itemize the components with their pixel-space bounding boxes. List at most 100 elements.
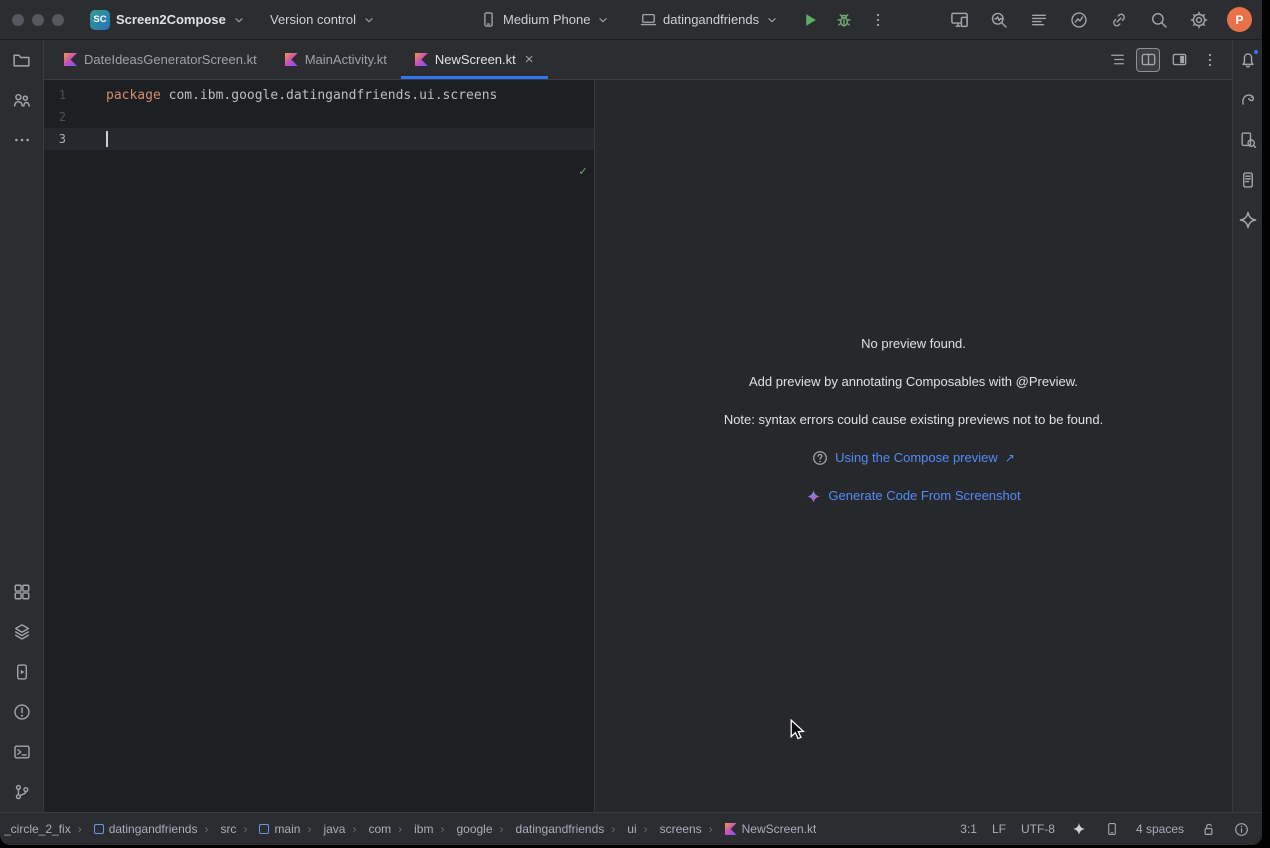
question-circle-icon	[812, 450, 828, 466]
indent-widget[interactable]: 4 spaces	[1136, 822, 1184, 836]
code-editor[interactable]: 1 package com.ibm.google.datingandfriend…	[44, 80, 595, 812]
breadcrumb-item[interactable]: com	[345, 822, 391, 836]
generate-code-from-screenshot-link[interactable]: Generate Code From Screenshot	[806, 488, 1020, 504]
chevron-down-icon	[765, 13, 779, 27]
desktop: SC Screen2Compose Version control Medium…	[0, 0, 1270, 848]
phone-play-icon	[13, 663, 31, 681]
caret-position-widget[interactable]: 3:1	[960, 822, 977, 836]
close-tab-icon[interactable]: ×	[525, 52, 534, 67]
link-label: Generate Code From Screenshot	[828, 488, 1020, 504]
running-devices-tool-button[interactable]	[10, 660, 34, 684]
version-control-menu[interactable]: Version control	[266, 6, 380, 34]
chevron-down-icon	[232, 13, 246, 27]
inspections-widget[interactable]	[1232, 820, 1250, 838]
zoom-window-button[interactable]	[52, 14, 64, 26]
kotlin-file-icon	[64, 53, 77, 66]
breadcrumb-label: datingandfriends	[516, 822, 605, 836]
logcat-button[interactable]	[1027, 8, 1051, 32]
project-tool-button[interactable]	[10, 48, 34, 72]
code-text[interactable]	[66, 131, 108, 147]
close-window-button[interactable]	[12, 14, 24, 26]
folder-icon	[12, 51, 31, 70]
user-avatar[interactable]: P	[1227, 7, 1252, 32]
search-everywhere-button[interactable]	[1147, 8, 1171, 32]
readonly-toggle[interactable]	[1199, 820, 1217, 838]
pull-requests-tool-button[interactable]	[10, 88, 34, 112]
run-configuration-selector[interactable]: datingandfriends	[636, 6, 783, 34]
gemini-tool-button[interactable]	[1236, 208, 1260, 232]
app-insights-button[interactable]	[1067, 8, 1091, 32]
profiler-icon	[990, 11, 1008, 29]
breadcrumb-item[interactable]: datingandfriends	[71, 822, 198, 836]
chevron-down-icon	[362, 13, 376, 27]
device-mirroring-button[interactable]	[1107, 8, 1131, 32]
breadcrumb-label: google	[456, 822, 492, 836]
chevron-down-icon	[596, 13, 610, 27]
build-variants-tool-button[interactable]	[10, 620, 34, 644]
more-vertical-icon	[870, 12, 886, 28]
notifications-button[interactable]	[1236, 48, 1260, 72]
breadcrumb-item[interactable]: _circle_2_fix	[4, 822, 71, 836]
debug-button[interactable]	[832, 8, 856, 32]
grid-icon	[13, 583, 31, 601]
editor-tabbar: DateIdeasGeneratorScreen.kt MainActivity…	[44, 40, 1232, 80]
editor-options-button[interactable]	[1198, 48, 1222, 72]
inspections-ok-icon[interactable]: ✓	[579, 164, 587, 179]
compose-preview-docs-link[interactable]: Using the Compose preview ↗	[812, 450, 1015, 466]
breadcrumb-item[interactable]: ui	[604, 822, 636, 836]
breadcrumb-item[interactable]: NewScreen.kt	[702, 822, 817, 836]
split-view-button[interactable]	[1136, 48, 1160, 72]
notification-dot	[1253, 49, 1259, 55]
device-selector[interactable]: Medium Phone	[476, 6, 614, 34]
encoding-widget[interactable]: UTF-8	[1021, 822, 1055, 836]
gradle-tool-button[interactable]	[1236, 88, 1260, 112]
tab-newscreen[interactable]: NewScreen.kt ×	[401, 40, 548, 79]
breadcrumb-item[interactable]: ibm	[391, 822, 433, 836]
run-configuration-label: datingandfriends	[663, 12, 759, 27]
breadcrumb: _circle_2_fix datingandfriends src main …	[4, 822, 816, 836]
ai-assistant-status-button[interactable]	[1070, 820, 1088, 838]
statusbar: _circle_2_fix datingandfriends src main …	[0, 812, 1262, 845]
tab-mainactivity[interactable]: MainActivity.kt	[271, 40, 401, 79]
resource-manager-tool-button[interactable]	[10, 580, 34, 604]
profiler-button[interactable]	[987, 8, 1011, 32]
phone-icon	[1105, 822, 1119, 836]
breadcrumb-label: main	[274, 822, 300, 836]
play-icon	[801, 11, 819, 29]
layout-inspector-tool-button[interactable]	[1236, 128, 1260, 152]
gemini-icon	[1239, 211, 1257, 229]
line-number[interactable]: 2	[44, 110, 66, 124]
breadcrumb-item[interactable]: screens	[637, 822, 702, 836]
breadcrumb-item[interactable]: datingandfriends	[493, 822, 605, 836]
minimize-window-button[interactable]	[32, 14, 44, 26]
breadcrumb-item[interactable]: google	[433, 822, 492, 836]
settings-button[interactable]	[1187, 8, 1211, 32]
run-button[interactable]	[798, 8, 822, 32]
project-switcher[interactable]: SC Screen2Compose	[86, 6, 250, 34]
breadcrumb-label: _circle_2_fix	[4, 822, 71, 836]
breadcrumb-label: src	[220, 822, 236, 836]
project-logo: SC	[90, 10, 110, 30]
connected-device-button[interactable]	[1103, 820, 1121, 838]
line-number[interactable]: 3	[44, 132, 66, 146]
design-view-button[interactable]	[1167, 48, 1191, 72]
line-number[interactable]: 1	[44, 88, 66, 102]
code-view-icon	[1109, 51, 1126, 68]
tab-dateideasgeneratorscreen[interactable]: DateIdeasGeneratorScreen.kt	[50, 40, 271, 79]
line-separator-widget[interactable]: LF	[992, 822, 1006, 836]
code-line-current: 3	[44, 128, 594, 150]
breadcrumb-label: datingandfriends	[109, 822, 198, 836]
breadcrumb-item[interactable]: main	[236, 822, 300, 836]
code-view-button[interactable]	[1105, 48, 1129, 72]
device-explorer-tool-button[interactable]	[1236, 168, 1260, 192]
problems-tool-button[interactable]	[10, 700, 34, 724]
terminal-icon	[13, 743, 31, 761]
more-toolwindows-button[interactable]	[10, 128, 34, 152]
version-control-tool-button[interactable]	[10, 780, 34, 804]
code-text[interactable]: package com.ibm.google.datingandfriends.…	[66, 88, 497, 103]
terminal-tool-button[interactable]	[10, 740, 34, 764]
breadcrumb-item[interactable]: java	[300, 822, 345, 836]
breadcrumb-item[interactable]: src	[197, 822, 236, 836]
more-actions-button[interactable]	[866, 8, 890, 32]
device-manager-button[interactable]	[947, 8, 971, 32]
